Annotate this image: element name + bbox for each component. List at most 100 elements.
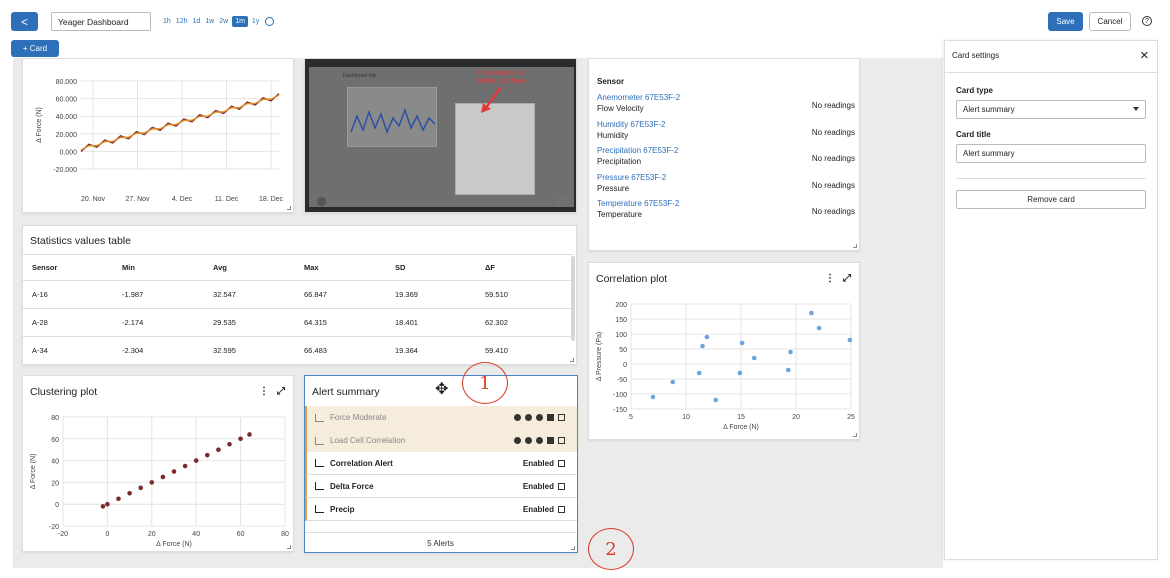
column-header[interactable]: Avg bbox=[204, 254, 295, 281]
resize-handle[interactable] bbox=[570, 358, 574, 362]
resize-handle[interactable] bbox=[571, 546, 575, 550]
x-tick-label: 20. Nov bbox=[81, 196, 106, 203]
alert-item[interactable]: Delta Force Enabled bbox=[305, 475, 577, 498]
bell-icon[interactable] bbox=[536, 414, 543, 421]
sensor-value: No readings bbox=[811, 127, 855, 137]
clock-icon[interactable] bbox=[525, 437, 532, 444]
expand-icon[interactable]: ⤢ bbox=[843, 273, 851, 284]
cube-icon[interactable] bbox=[558, 414, 565, 421]
bell-icon[interactable] bbox=[536, 437, 543, 444]
y-tick-label: 0.000 bbox=[59, 149, 77, 156]
sensor-value: No readings bbox=[811, 207, 855, 216]
clustering-plot-card[interactable]: Clustering plot ⋮ ⤢ 80 60 40 20 0 -20 -20 0 20 40… bbox=[22, 375, 294, 552]
back-button[interactable]: < bbox=[11, 12, 38, 31]
alert-actions bbox=[514, 414, 565, 421]
x-tick-label: 15 bbox=[737, 414, 745, 421]
range-1y[interactable]: 1y bbox=[251, 17, 260, 26]
expand-icon[interactable]: ⤢ bbox=[277, 386, 285, 397]
data-point bbox=[704, 334, 710, 340]
range-1d[interactable]: 1d bbox=[191, 17, 201, 26]
column-header[interactable]: Min bbox=[113, 254, 204, 281]
alert-item[interactable]: Precip Enabled bbox=[305, 498, 577, 521]
sensor-value: No readings bbox=[811, 154, 855, 163]
sensor-list-card[interactable]: Sensor Anemometer 67E53F-2 Flow Velocity… bbox=[588, 58, 860, 251]
data-point bbox=[737, 370, 743, 376]
alert-item[interactable]: Force Moderate bbox=[305, 406, 577, 429]
column-header[interactable]: ΔF bbox=[476, 254, 573, 281]
range-1m[interactable]: 1m bbox=[232, 16, 248, 27]
preview-dashboard-label: Dashboard title bbox=[343, 73, 377, 79]
cube-icon[interactable] bbox=[558, 459, 565, 467]
card-type-label: Card type bbox=[956, 86, 993, 95]
cancel-button[interactable]: Cancel bbox=[1089, 12, 1131, 31]
alert-label: Correlation Alert bbox=[330, 458, 393, 468]
move-icon[interactable]: ✥ bbox=[435, 382, 448, 398]
resize-handle[interactable] bbox=[287, 545, 291, 549]
x-tick-label: -20 bbox=[58, 531, 68, 538]
more-icon[interactable]: ⋮ bbox=[825, 273, 835, 284]
table-cell: 29.535 bbox=[204, 308, 295, 337]
save-button[interactable]: Save bbox=[1048, 12, 1083, 31]
check-icon[interactable] bbox=[514, 414, 521, 421]
cube-icon[interactable] bbox=[558, 482, 565, 490]
trend-icon bbox=[315, 459, 324, 467]
stats-table: Sensor Min Avg Max SD ΔF A-16 -1.987 32.… bbox=[23, 254, 573, 365]
data-point bbox=[127, 491, 132, 496]
close-icon[interactable]: ✕ bbox=[1140, 49, 1149, 62]
resize-handle[interactable] bbox=[853, 244, 857, 248]
x-tick-label: 18. Dec bbox=[259, 196, 284, 203]
settings-title: Card settings bbox=[952, 51, 1000, 60]
resize-handle[interactable] bbox=[287, 206, 291, 210]
table-cell: 64.315 bbox=[295, 308, 386, 337]
range-12h[interactable]: 12h bbox=[175, 17, 189, 26]
stats-table-card[interactable]: Statistics values table Sensor Min Avg M… bbox=[22, 225, 577, 365]
column-header[interactable]: Sensor bbox=[23, 254, 113, 281]
range-2w[interactable]: 2w bbox=[218, 17, 229, 26]
range-1w[interactable]: 1w bbox=[204, 17, 215, 26]
add-card-button[interactable]: + Card bbox=[11, 40, 59, 57]
table-cell: 18.401 bbox=[386, 308, 476, 337]
correlation-plot-card[interactable]: Correlation plot ⋮ ⤢ 200 150 100 50 0 -50 -100… bbox=[588, 262, 860, 440]
column-header[interactable]: Max bbox=[295, 254, 386, 281]
flag-icon[interactable] bbox=[547, 437, 554, 444]
flag-icon[interactable] bbox=[547, 414, 554, 421]
help-icon[interactable]: ? bbox=[1142, 16, 1152, 26]
dashboard-title-input[interactable] bbox=[51, 12, 151, 31]
cube-icon[interactable] bbox=[558, 437, 565, 444]
data-point bbox=[751, 355, 757, 361]
check-icon[interactable] bbox=[514, 437, 521, 444]
edit-icon[interactable] bbox=[557, 197, 566, 206]
column-header[interactable]: SD bbox=[386, 254, 476, 281]
y-tick-label: 50 bbox=[619, 347, 627, 354]
remove-card-button[interactable]: Remove card bbox=[956, 190, 1146, 209]
card-settings-panel: Card settings ✕ Card type Alert summary … bbox=[944, 40, 1158, 560]
data-point bbox=[696, 370, 702, 376]
image-preview: Dashboard title Please place a delete ic… bbox=[309, 67, 574, 207]
alert-summary-card[interactable]: Alert summary ✥ Force Moderate Load Cell… bbox=[304, 375, 578, 553]
table-cell: -1.987 bbox=[113, 280, 204, 309]
y-axis-label: Δ Force (N) bbox=[36, 107, 43, 143]
more-icon[interactable]: ⋮ bbox=[259, 386, 269, 397]
refresh-icon[interactable] bbox=[265, 17, 275, 26]
x-tick-label: 40 bbox=[192, 531, 200, 538]
alert-item[interactable]: Correlation Alert Enabled bbox=[305, 452, 577, 475]
image-card[interactable]: Dashboard title Please place a delete ic… bbox=[304, 58, 577, 213]
alert-label: Delta Force bbox=[330, 481, 374, 491]
cube-icon[interactable] bbox=[558, 505, 565, 513]
card-actions: ⋮ ⤢ bbox=[259, 386, 285, 397]
alert-status-text: Enabled bbox=[522, 504, 554, 514]
annotation-marker-2: 2 bbox=[588, 528, 634, 570]
alert-item[interactable]: Load Cell Correlation bbox=[305, 429, 577, 452]
y-tick-label: 60 bbox=[51, 437, 59, 444]
table-cell: 62.302 bbox=[476, 308, 573, 337]
table-cell: 32.595 bbox=[204, 336, 295, 365]
sensor-row: Humidity 67E53F-2 Humidity No readings bbox=[597, 120, 855, 147]
card-title-input[interactable]: Alert summary bbox=[956, 144, 1146, 163]
range-1h[interactable]: 1h bbox=[162, 17, 172, 26]
resize-handle[interactable] bbox=[853, 433, 857, 437]
data-point bbox=[171, 469, 177, 474]
table-scrollbar[interactable] bbox=[571, 256, 575, 341]
clock-icon[interactable] bbox=[525, 414, 532, 421]
card-type-select[interactable]: Alert summary bbox=[956, 100, 1146, 119]
force-chart-card[interactable]: 80.000 60.000 40.000 20.000 0.000 -20.000 20. … bbox=[22, 58, 294, 213]
